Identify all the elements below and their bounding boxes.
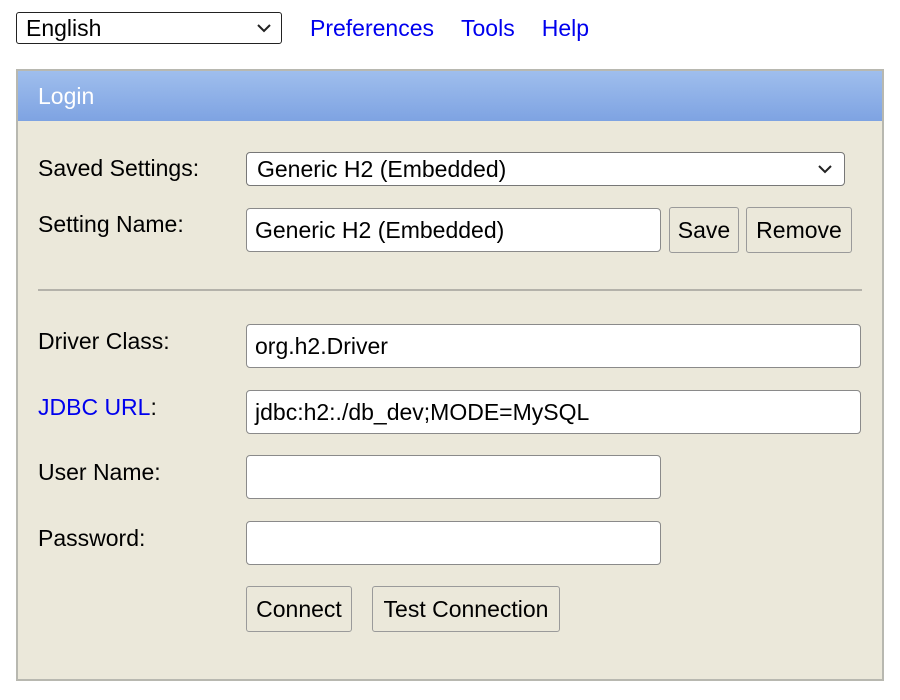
language-select-value: English	[26, 14, 102, 41]
setting-name-input[interactable]: Generic H2 (Embedded)	[246, 208, 661, 252]
driver-class-label: Driver Class:	[38, 328, 170, 354]
login-title: Login	[38, 82, 95, 109]
jdbc-url-label: JDBC URL:	[38, 394, 157, 421]
chevron-down-icon	[818, 165, 832, 174]
preferences-link[interactable]: Preferences	[310, 15, 434, 42]
remove-button[interactable]: Remove	[746, 207, 852, 253]
password-input[interactable]	[246, 521, 661, 565]
login-panel: Login Saved Settings: Generic H2 (Embedd…	[16, 69, 884, 681]
help-link[interactable]: Help	[542, 15, 589, 42]
saved-settings-label: Saved Settings:	[38, 155, 200, 181]
setting-name-label: Setting Name:	[38, 211, 184, 237]
test-connection-button[interactable]: Test Connection	[372, 586, 560, 632]
login-panel-header: Login	[18, 71, 882, 121]
language-select[interactable]: English	[16, 12, 282, 44]
section-divider	[38, 289, 862, 291]
jdbc-url-colon: :	[150, 394, 157, 420]
jdbc-url-link[interactable]: JDBC URL	[38, 394, 150, 420]
top-bar: English Preferences Tools Help	[16, 11, 589, 45]
save-button[interactable]: Save	[669, 207, 739, 253]
user-name-label: User Name:	[38, 459, 161, 485]
password-label: Password:	[38, 525, 146, 551]
saved-settings-select[interactable]: Generic H2 (Embedded)	[246, 152, 845, 186]
tools-link[interactable]: Tools	[461, 15, 515, 42]
saved-settings-value: Generic H2 (Embedded)	[257, 155, 507, 182]
driver-class-input[interactable]: org.h2.Driver	[246, 324, 861, 368]
user-name-input[interactable]	[246, 455, 661, 499]
jdbc-url-input[interactable]: jdbc:h2:./db_dev;MODE=MySQL	[246, 390, 861, 434]
chevron-down-icon	[257, 24, 271, 33]
connect-button[interactable]: Connect	[246, 586, 352, 632]
